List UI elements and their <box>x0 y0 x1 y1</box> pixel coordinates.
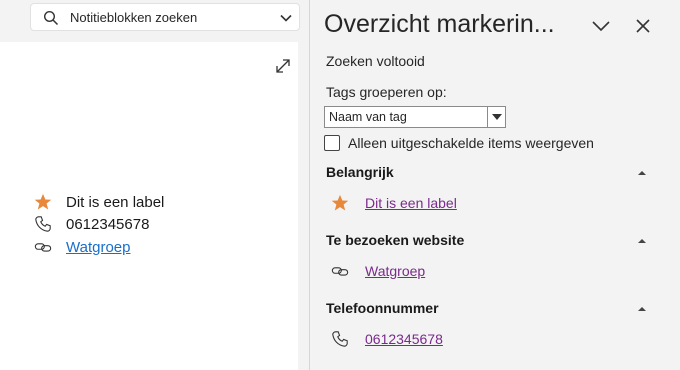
disabled-items-label: Alleen uitgeschakelde items weergeven <box>348 135 594 151</box>
chevron-down-icon[interactable] <box>279 11 293 25</box>
notebook-pane: Notitieblokken zoeken Dit is een label 0… <box>0 0 300 370</box>
group-by-label: Tags groeperen op: <box>326 84 447 100</box>
disabled-items-checkbox[interactable] <box>324 135 340 151</box>
star-icon <box>33 192 53 212</box>
chevron-up-icon[interactable] <box>636 236 648 246</box>
search-input[interactable]: Notitieblokken zoeken <box>70 10 197 25</box>
section-title-belangrijk[interactable]: Belangrijk <box>326 164 394 180</box>
expand-icon[interactable] <box>274 57 292 75</box>
note-line-link[interactable]: Watgroep <box>33 237 130 257</box>
search-icon <box>43 10 59 26</box>
dropdown-arrow-icon[interactable] <box>487 107 505 127</box>
panel-title: Overzicht markerin... <box>324 10 555 38</box>
section-item-link[interactable]: Dit is een label <box>365 195 457 211</box>
note-link-text[interactable]: Watgroep <box>66 239 130 256</box>
link-icon <box>33 237 53 257</box>
chevron-up-icon[interactable] <box>636 304 648 314</box>
note-phone-text: 0612345678 <box>66 215 150 233</box>
section-item-telefoon[interactable]: 0612345678 <box>330 329 443 349</box>
tags-summary-panel: Overzicht markerin... Zoeken voltooid Ta… <box>309 0 680 370</box>
search-box[interactable]: Notitieblokken zoeken <box>30 3 300 31</box>
group-by-value: Naam van tag <box>329 110 407 124</box>
section-item-link[interactable]: 0612345678 <box>365 331 443 347</box>
close-icon[interactable] <box>632 15 654 37</box>
note-line-label[interactable]: Dit is een label <box>33 192 164 212</box>
section-item-link[interactable]: Watgroep <box>365 263 425 279</box>
note-page[interactable]: Dit is een label 0612345678 Watgroep <box>0 42 298 370</box>
chevron-down-icon[interactable] <box>590 15 612 37</box>
disabled-items-option[interactable]: Alleen uitgeschakelde items weergeven <box>324 135 594 151</box>
phone-icon <box>330 329 350 349</box>
chevron-up-icon[interactable] <box>636 168 648 178</box>
section-item-belangrijk[interactable]: Dit is een label <box>330 193 457 213</box>
note-label-text: Dit is een label <box>66 193 165 211</box>
group-by-select[interactable]: Naam van tag <box>324 106 506 128</box>
note-line-phone[interactable]: 0612345678 <box>33 214 149 234</box>
section-item-website[interactable]: Watgroep <box>330 261 425 281</box>
phone-icon <box>33 214 53 234</box>
section-title-telefoon[interactable]: Telefoonnummer <box>326 300 439 316</box>
star-icon <box>330 193 350 213</box>
section-title-website[interactable]: Te bezoeken website <box>326 232 464 248</box>
link-icon <box>330 261 350 281</box>
search-status: Zoeken voltooid <box>326 53 425 69</box>
